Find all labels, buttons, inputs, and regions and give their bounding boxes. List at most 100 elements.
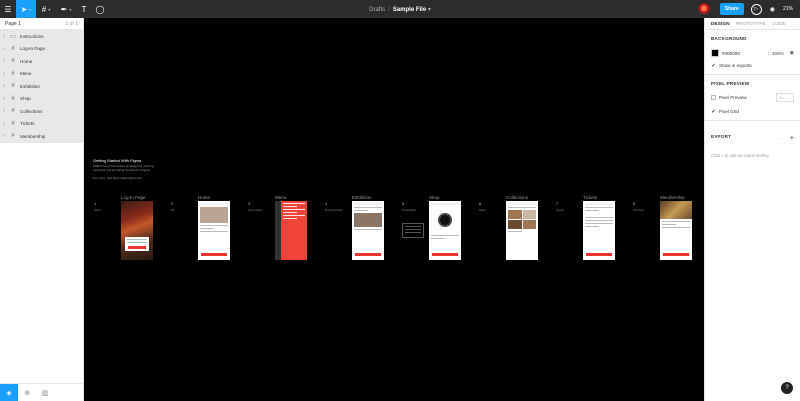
- frame-icon: #: [11, 120, 15, 127]
- bg-hex-input[interactable]: #000000: [722, 51, 768, 56]
- chevron-down-icon[interactable]: ▾: [428, 7, 431, 13]
- frame-icon: #: [11, 70, 15, 77]
- menu-sidebar: [275, 201, 281, 260]
- tab-code[interactable]: CODE: [772, 21, 786, 26]
- present-button[interactable]: ▷: [750, 3, 762, 15]
- frame-icon: #: [11, 58, 15, 65]
- text-line: [508, 231, 522, 232]
- view-settings-icon[interactable]: ◉: [770, 6, 775, 13]
- step-number: 1: [94, 201, 97, 206]
- frame-membership[interactable]: [660, 201, 692, 260]
- grid-icon: ⋯: [778, 136, 784, 142]
- page-name: Page 1: [5, 20, 21, 27]
- library-tab-button[interactable]: ▥: [36, 384, 54, 401]
- pixel-preview-section: PIXEL PREVIEW Pixel Preview 1x ✔ Pixel G…: [705, 75, 800, 121]
- frame-menu[interactable]: [275, 201, 307, 260]
- layer-home[interactable]: › # Home: [0, 55, 83, 68]
- breadcrumb-drafts[interactable]: Drafts: [369, 7, 385, 13]
- presentation-mock: [402, 223, 424, 238]
- layer-membership[interactable]: › # Membership: [0, 130, 83, 143]
- step-note: Select: [94, 209, 101, 212]
- figma-app: ☰ ➤ ▾ # ▾ ✒ ▾ T ◯ Drafts / Sample File ▾ Shar…: [0, 0, 800, 401]
- frame-label-membership[interactable]: Membership: [660, 195, 685, 200]
- layer-shop[interactable]: › # Shop: [0, 93, 83, 106]
- frame-label-shop[interactable]: Shop: [429, 195, 440, 200]
- design-canvas[interactable]: Getting Started With Figma Walk through …: [84, 18, 704, 401]
- step-number: 2: [171, 201, 174, 206]
- section-title: BACKGROUND: [711, 36, 747, 41]
- layer-label: Shop: [20, 96, 31, 102]
- instructions-text[interactable]: Getting Started With Figma Walk through …: [93, 158, 159, 180]
- page-selector[interactable]: Page 1 1 of 1: [0, 18, 83, 30]
- pixel-preview-checkbox[interactable]: [711, 95, 716, 100]
- pixel-preview-scale-select[interactable]: 1x: [776, 93, 794, 102]
- frame-label-collections[interactable]: Collections: [506, 195, 528, 200]
- frame-label-tickets[interactable]: Tickets: [583, 195, 597, 200]
- frame-tickets[interactable]: [583, 201, 615, 260]
- show-in-exports-row[interactable]: ✔ Show in exports: [711, 63, 794, 69]
- export-header: EXPORT ⋯ +: [711, 127, 794, 145]
- zoom-level[interactable]: 21%: [783, 6, 793, 12]
- eye-icon[interactable]: ◉: [790, 50, 794, 56]
- help-button[interactable]: ?: [781, 382, 793, 394]
- layer-exhibition[interactable]: › # Exhibition: [0, 80, 83, 93]
- layer-collections[interactable]: › # Collections: [0, 105, 83, 118]
- ticket-row: [585, 220, 613, 221]
- collection-tile: [508, 210, 522, 219]
- bg-opacity-input[interactable]: 100%: [767, 50, 784, 56]
- components-tab-button[interactable]: ⊕: [18, 384, 36, 401]
- frame-label-log-in-page[interactable]: Log-In Page: [121, 195, 146, 200]
- pixel-preview-row[interactable]: Pixel Preview 1x: [711, 93, 794, 102]
- text-line: [508, 207, 536, 208]
- rectangle-icon: ▭: [10, 33, 16, 40]
- frame-log-in-page[interactable]: [121, 201, 153, 260]
- layer-instructions[interactable]: › ▭ Instructions: [0, 30, 83, 43]
- frame-icon: #: [11, 45, 15, 52]
- step-note: Fill: [171, 209, 175, 212]
- layer-label: Home: [20, 58, 33, 64]
- avatar[interactable]: [697, 3, 710, 15]
- frame-collections[interactable]: [506, 201, 538, 260]
- pixel-grid-row[interactable]: ✔ Pixel Grid: [711, 109, 794, 115]
- frame-home[interactable]: [198, 201, 230, 260]
- tab-prototype[interactable]: PROTOTYPE: [736, 21, 766, 26]
- pen-tool-button[interactable]: ✒ ▾: [56, 0, 76, 18]
- nav-bar: [585, 203, 613, 205]
- tab-design[interactable]: DESIGN: [711, 21, 730, 26]
- frame-icon: #: [11, 95, 15, 102]
- layer-menu[interactable]: › # Menu: [0, 68, 83, 81]
- main-menu-button[interactable]: ☰: [0, 0, 16, 18]
- text-tool-button[interactable]: T: [76, 0, 92, 18]
- nav-bar: [200, 203, 228, 205]
- frame-label-menu[interactable]: Menu: [275, 195, 286, 200]
- layers-tab-button[interactable]: ◈: [0, 383, 18, 401]
- frame-label-exhibition[interactable]: Exhibition: [352, 195, 372, 200]
- toolbar-right: Share ▷ ◉ 21%: [697, 0, 800, 18]
- layer-tickets[interactable]: › # Tickets: [0, 118, 83, 131]
- menu-line: [283, 209, 305, 210]
- chevron-down-icon: ▾: [69, 6, 72, 12]
- comment-tool-button[interactable]: ◯: [92, 0, 108, 18]
- file-name[interactable]: Sample File: [393, 7, 426, 13]
- frame-label-home[interactable]: Home: [198, 195, 210, 200]
- frame-shop[interactable]: [429, 201, 461, 260]
- check-icon[interactable]: ✔: [711, 109, 716, 115]
- step-note: Share: [479, 209, 486, 212]
- background-fill-row: #000000 100% ◉: [711, 49, 794, 57]
- color-swatch[interactable]: [711, 49, 719, 57]
- layer-log-in-page[interactable]: › # Log-In Page: [0, 43, 83, 56]
- frame-exhibition[interactable]: [352, 201, 384, 260]
- watch-image: [438, 213, 452, 227]
- menu-line: [283, 203, 305, 204]
- frame-tool-button[interactable]: # ▾: [36, 0, 56, 18]
- intro-url: For more, visit https://help.figma.com: [93, 176, 143, 180]
- add-export-button[interactable]: +: [790, 135, 794, 142]
- check-icon[interactable]: ✔: [711, 63, 716, 69]
- collection-tile: [522, 210, 536, 219]
- move-tool-button[interactable]: ➤ ▾: [16, 0, 36, 18]
- field-line: [127, 239, 147, 240]
- layer-label: Exhibition: [20, 83, 40, 89]
- layer-label: Menu: [20, 71, 32, 77]
- login-card: [125, 237, 149, 251]
- share-button[interactable]: Share: [719, 3, 744, 15]
